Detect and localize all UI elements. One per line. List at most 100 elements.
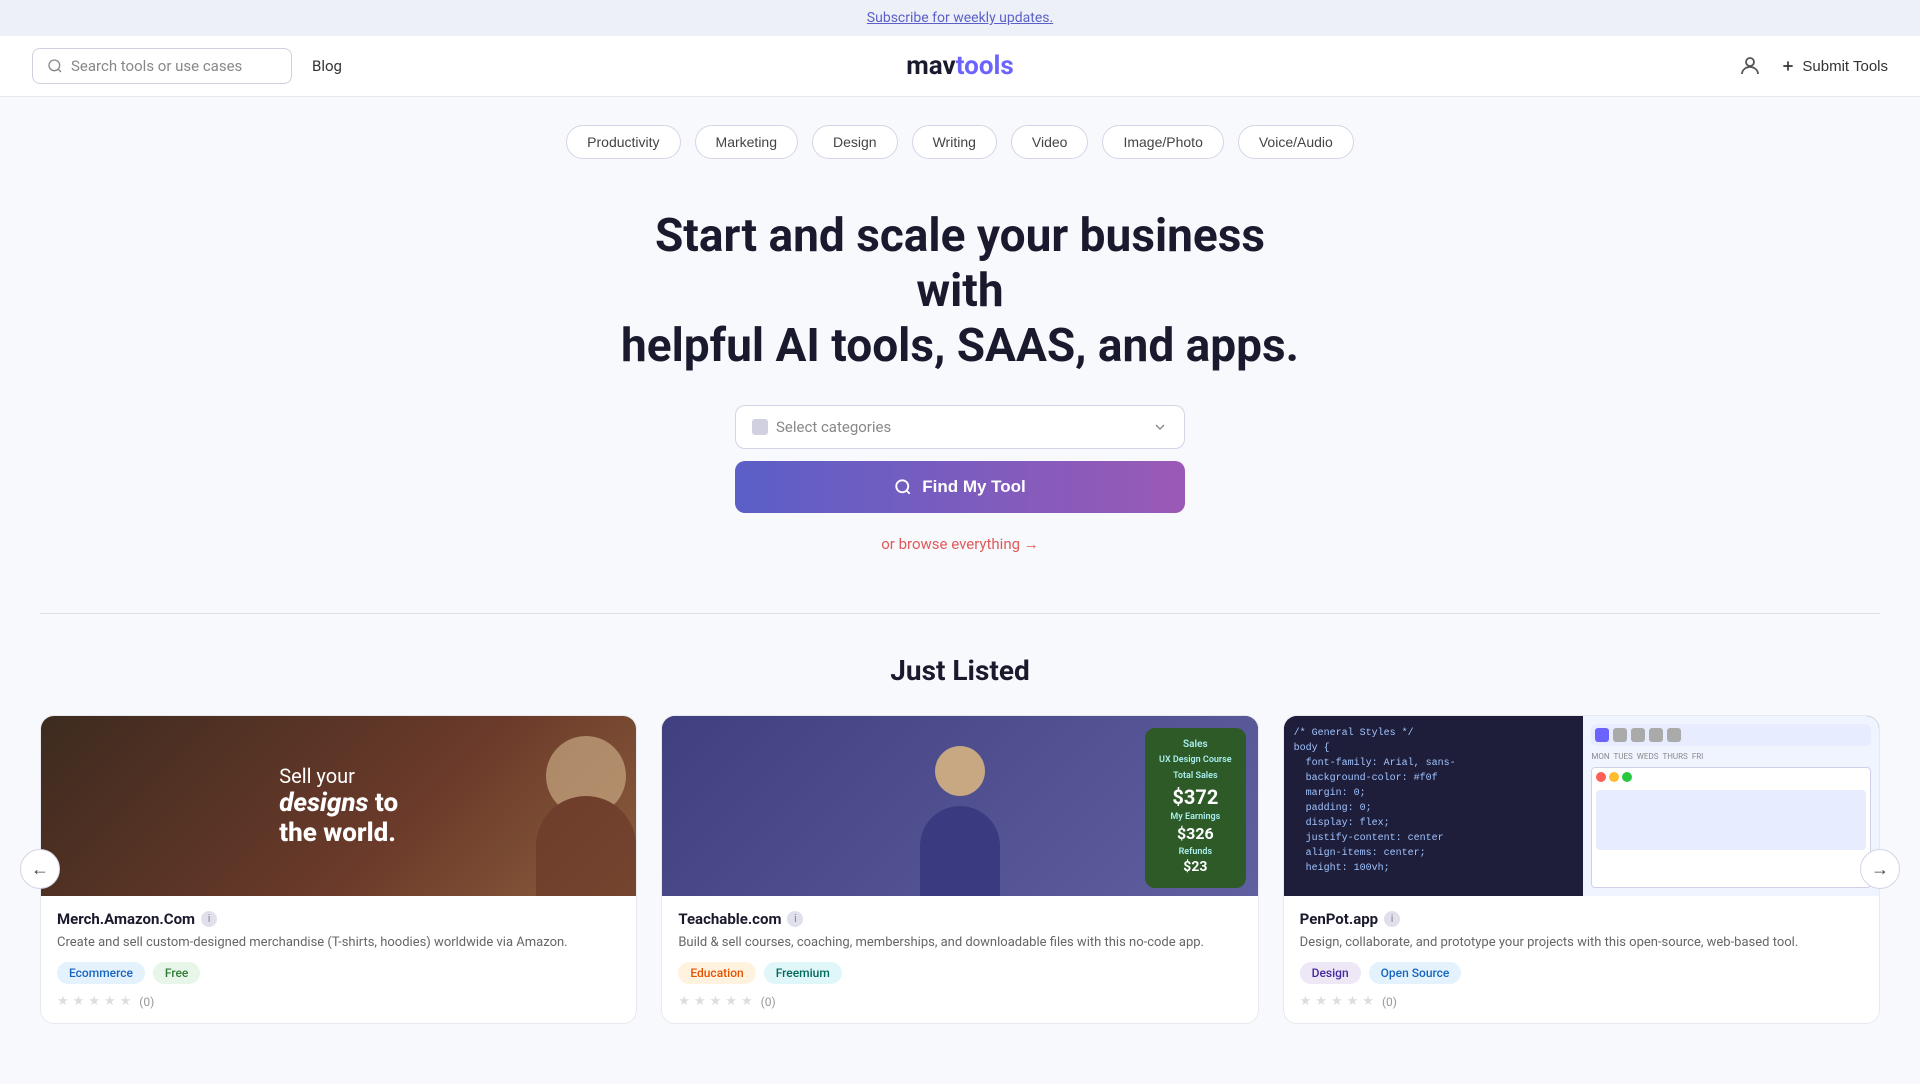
header-left: Search tools or use cases Blog bbox=[32, 48, 342, 84]
star-2: ★ bbox=[1315, 994, 1327, 1009]
cards-row: ← Sell your designs to the world. bbox=[40, 715, 1880, 1025]
plus-icon bbox=[1780, 58, 1796, 74]
penpot-icon-1 bbox=[1595, 728, 1609, 742]
card-title: Merch.Amazon.Com bbox=[57, 910, 195, 928]
carousel-prev-button[interactable]: ← bbox=[20, 849, 60, 889]
category-marketing[interactable]: Marketing bbox=[695, 125, 798, 159]
star-1: ★ bbox=[678, 994, 690, 1009]
penpot-day-row: MONTUESWEDSTHURSFRI bbox=[1591, 752, 1871, 761]
submit-tools-button[interactable]: Submit Tools bbox=[1780, 58, 1888, 75]
rating-count: (0) bbox=[761, 995, 776, 1009]
badge-earnings: $326 bbox=[1159, 823, 1232, 845]
user-icon[interactable] bbox=[1738, 54, 1762, 78]
category-voice-audio[interactable]: Voice/Audio bbox=[1238, 125, 1354, 159]
dot-green bbox=[1622, 772, 1632, 782]
badge-title: Sales bbox=[1159, 738, 1232, 752]
find-btn-label: Find My Tool bbox=[922, 477, 1026, 497]
just-listed-title: Just Listed bbox=[40, 654, 1880, 687]
dot-yellow bbox=[1609, 772, 1619, 782]
star-4: ★ bbox=[725, 994, 737, 1009]
browse-everything-link[interactable]: or browse everything → bbox=[20, 535, 1900, 553]
header: Search tools or use cases Blog mavtools … bbox=[0, 36, 1920, 97]
penpot-toolbar bbox=[1591, 724, 1871, 746]
person-head bbox=[935, 746, 985, 796]
star-2: ★ bbox=[73, 994, 85, 1009]
category-icon bbox=[752, 419, 768, 435]
star-3: ★ bbox=[88, 994, 100, 1009]
tag-ecommerce[interactable]: Ecommerce bbox=[57, 962, 145, 984]
card-tags: Ecommerce Free bbox=[57, 962, 620, 984]
submit-label: Submit Tools bbox=[1802, 58, 1888, 75]
card-body: Merch.Amazon.Com i Create and sell custo… bbox=[41, 896, 636, 1024]
tag-freemium[interactable]: Freemium bbox=[764, 962, 842, 984]
card-desc: Design, collaborate, and prototype your … bbox=[1300, 934, 1863, 953]
tag-free[interactable]: Free bbox=[153, 962, 200, 984]
card-body: Teachable.com i Build & sell courses, co… bbox=[662, 896, 1257, 1024]
logo[interactable]: mavtools bbox=[906, 51, 1013, 81]
chevron-down-icon bbox=[1152, 419, 1168, 435]
info-icon[interactable]: i bbox=[201, 911, 217, 927]
category-writing[interactable]: Writing bbox=[912, 125, 997, 159]
select-placeholder: Select categories bbox=[776, 418, 891, 436]
star-1: ★ bbox=[1300, 994, 1312, 1009]
info-icon[interactable]: i bbox=[787, 911, 803, 927]
search-bar[interactable]: Search tools or use cases bbox=[32, 48, 292, 84]
categories-bar: Productivity Marketing Design Writing Vi… bbox=[0, 97, 1920, 169]
badge-total: $372 bbox=[1159, 783, 1232, 811]
card-tags: Design Open Source bbox=[1300, 962, 1863, 984]
logo-mav: mav bbox=[906, 51, 955, 81]
star-5: ★ bbox=[1362, 994, 1374, 1009]
blog-link[interactable]: Blog bbox=[312, 57, 342, 75]
search-icon bbox=[47, 58, 63, 74]
card-stars: ★ ★ ★ ★ ★ (0) bbox=[678, 994, 1241, 1009]
cards-wrapper: Sell your designs to the world. Merch.Am… bbox=[40, 715, 1880, 1025]
star-2: ★ bbox=[694, 994, 706, 1009]
tag-education[interactable]: Education bbox=[678, 962, 755, 984]
find-my-tool-button[interactable]: Find My Tool bbox=[735, 461, 1185, 513]
penpot-canvas bbox=[1596, 790, 1866, 850]
card-thumb-penpot: /* General Styles */ body { font-family:… bbox=[1284, 716, 1879, 896]
find-tool-form: Select categories Find My Tool bbox=[735, 405, 1185, 513]
category-image-photo[interactable]: Image/Photo bbox=[1102, 125, 1223, 159]
category-video[interactable]: Video bbox=[1011, 125, 1089, 159]
select-categories[interactable]: Select categories bbox=[735, 405, 1185, 449]
tag-open-source[interactable]: Open Source bbox=[1369, 962, 1462, 984]
top-banner: Subscribe for weekly updates. bbox=[0, 0, 1920, 36]
card-merch-amazon: Sell your designs to the world. Merch.Am… bbox=[40, 715, 637, 1025]
star-4: ★ bbox=[104, 994, 116, 1009]
card-title: PenPot.app bbox=[1300, 910, 1378, 928]
rating-count: (0) bbox=[1382, 995, 1397, 1009]
search-icon bbox=[894, 478, 912, 496]
card-stars: ★ ★ ★ ★ ★ (0) bbox=[57, 994, 620, 1009]
card-stars: ★ ★ ★ ★ ★ (0) bbox=[1300, 994, 1863, 1009]
star-3: ★ bbox=[710, 994, 722, 1009]
logo-tools: tools bbox=[956, 51, 1014, 81]
sales-badge: Sales UX Design Course Total Sales $372 … bbox=[1145, 728, 1246, 888]
carousel-next-button[interactable]: → bbox=[1860, 849, 1900, 889]
header-right: Submit Tools bbox=[1738, 54, 1888, 78]
card-body: PenPot.app i Design, collaborate, and pr… bbox=[1284, 896, 1879, 1024]
penpot-code: /* General Styles */ body { font-family:… bbox=[1284, 716, 1584, 896]
card-thumb-teachable: Sales UX Design Course Total Sales $372 … bbox=[662, 716, 1257, 896]
penpot-ui: MONTUESWEDSTHURSFRI bbox=[1583, 716, 1879, 896]
subscribe-link[interactable]: Subscribe for weekly updates. bbox=[867, 10, 1053, 26]
star-3: ★ bbox=[1331, 994, 1343, 1009]
tag-design[interactable]: Design bbox=[1300, 962, 1361, 984]
card-title: Teachable.com bbox=[678, 910, 781, 928]
penpot-icon-4 bbox=[1649, 728, 1663, 742]
card-desc: Create and sell custom-designed merchand… bbox=[57, 934, 620, 953]
card-desc: Build & sell courses, coaching, membersh… bbox=[678, 934, 1241, 953]
just-listed-section: Just Listed ← Sell your designs to the w… bbox=[0, 614, 1920, 1084]
penpot-icon-5 bbox=[1667, 728, 1681, 742]
star-1: ★ bbox=[57, 994, 69, 1009]
rating-count: (0) bbox=[139, 995, 154, 1009]
hero-headline: Start and scale your business with helpf… bbox=[610, 209, 1310, 375]
category-productivity[interactable]: Productivity bbox=[566, 125, 680, 159]
info-icon[interactable]: i bbox=[1384, 911, 1400, 927]
dot-red bbox=[1596, 772, 1606, 782]
category-design[interactable]: Design bbox=[812, 125, 898, 159]
search-placeholder: Search tools or use cases bbox=[71, 57, 242, 75]
star-5: ★ bbox=[120, 994, 132, 1009]
penpot-icon-2 bbox=[1613, 728, 1627, 742]
penpot-icon-3 bbox=[1631, 728, 1645, 742]
